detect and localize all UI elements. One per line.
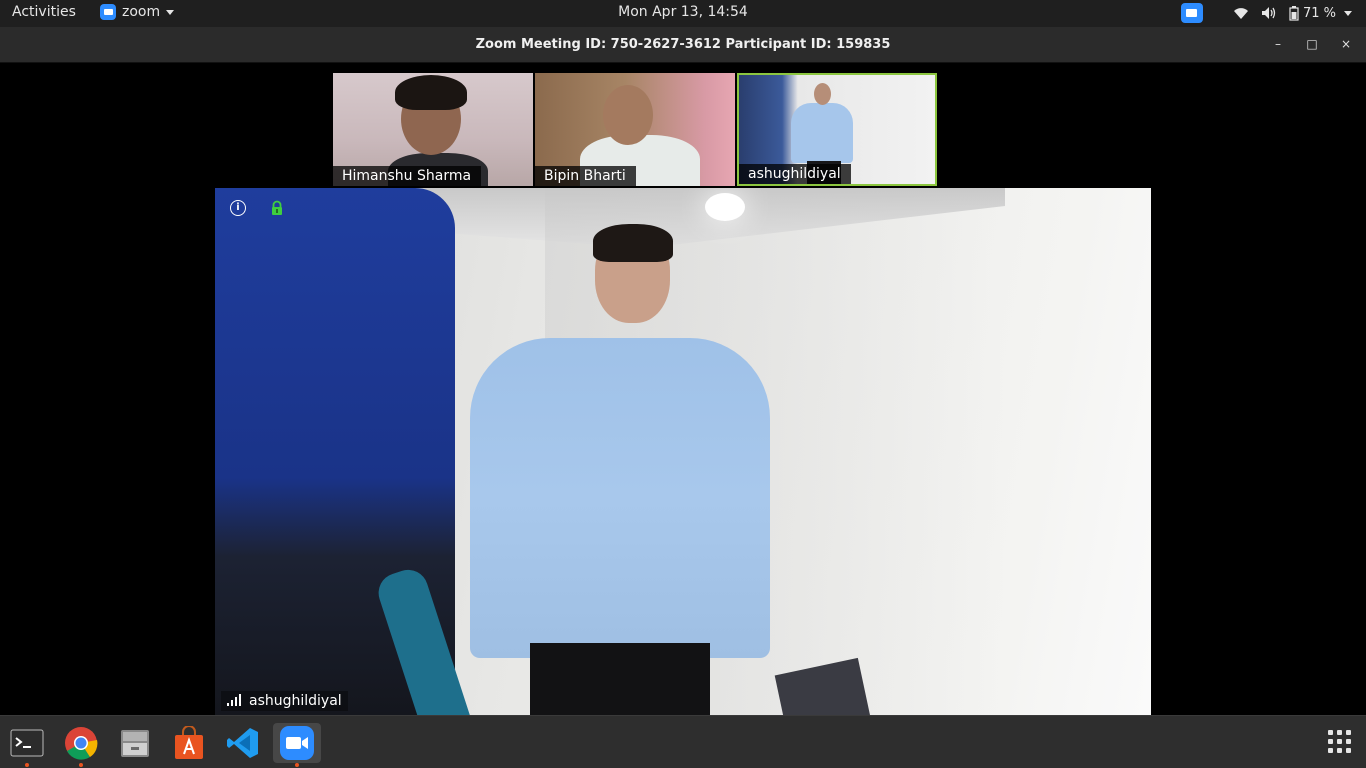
battery-percent: 71 % (1302, 5, 1336, 21)
zoom-icon (280, 726, 314, 760)
dock-files[interactable] (113, 723, 157, 763)
participant-tile-bipin[interactable]: Bipin Bharti (535, 73, 735, 186)
video-hair (593, 224, 673, 262)
video-face (814, 83, 831, 105)
chevron-down-icon (166, 9, 175, 15)
app-menu-label: zoom (122, 4, 161, 20)
ceiling-light (705, 193, 745, 221)
participant-name: Bipin Bharti (535, 166, 636, 186)
info-icon[interactable]: i (230, 200, 246, 216)
video-figure-center (470, 338, 770, 658)
activities-button[interactable]: Activities (12, 4, 76, 20)
close-button[interactable]: × (1340, 36, 1352, 52)
main-video[interactable]: i ashughildiyal (215, 188, 1151, 715)
app-menu[interactable]: zoom (100, 4, 175, 20)
maximize-button[interactable]: □ (1306, 36, 1318, 52)
file-cabinet-icon (121, 730, 149, 757)
participant-name: Himanshu Sharma (333, 166, 482, 186)
wifi-icon (1233, 8, 1248, 19)
system-tray[interactable]: 71 % (1180, 3, 1352, 23)
dock-terminal[interactable] (5, 723, 49, 767)
vscode-icon (227, 728, 258, 758)
dock-zoom[interactable] (273, 723, 321, 767)
signal-bars-icon (227, 694, 241, 706)
video-face (603, 85, 653, 145)
dock (0, 715, 1366, 768)
clock[interactable]: Mon Apr 13, 14:54 (618, 4, 748, 20)
top-bar: Activities zoom Mon Apr 13, 14:54 71 % (0, 0, 1366, 27)
volume-icon (1261, 7, 1276, 19)
chevron-down-icon (1344, 10, 1352, 16)
video-figure (791, 103, 853, 163)
shopping-bag-icon (175, 726, 203, 759)
terminal-icon (10, 729, 44, 757)
minimize-button[interactable]: – (1272, 36, 1284, 52)
participant-tile-ashughildiyal[interactable]: ashughildiyal (737, 73, 937, 186)
zoom-app-icon (100, 4, 116, 20)
participant-name: ashughildiyal (739, 164, 851, 184)
battery-icon (1289, 5, 1299, 21)
video-hair (395, 75, 467, 110)
dock-chrome[interactable] (59, 723, 103, 767)
speaker-name: ashughildiyal (249, 693, 342, 709)
show-applications-icon[interactable] (1328, 730, 1351, 753)
dock-vscode[interactable] (221, 723, 265, 763)
chrome-icon (65, 727, 98, 760)
speaker-label: ashughildiyal (221, 691, 348, 711)
lock-icon[interactable] (269, 200, 285, 216)
window-titlebar[interactable]: Zoom Meeting ID: 750-2627-3612 Participa… (0, 27, 1366, 63)
zoom-tray-icon[interactable] (1180, 3, 1203, 23)
participant-tile-himanshu[interactable]: Himanshu Sharma (333, 73, 533, 186)
dock-software-center[interactable] (167, 723, 211, 763)
window-title: Zoom Meeting ID: 750-2627-3612 Participa… (475, 37, 891, 52)
